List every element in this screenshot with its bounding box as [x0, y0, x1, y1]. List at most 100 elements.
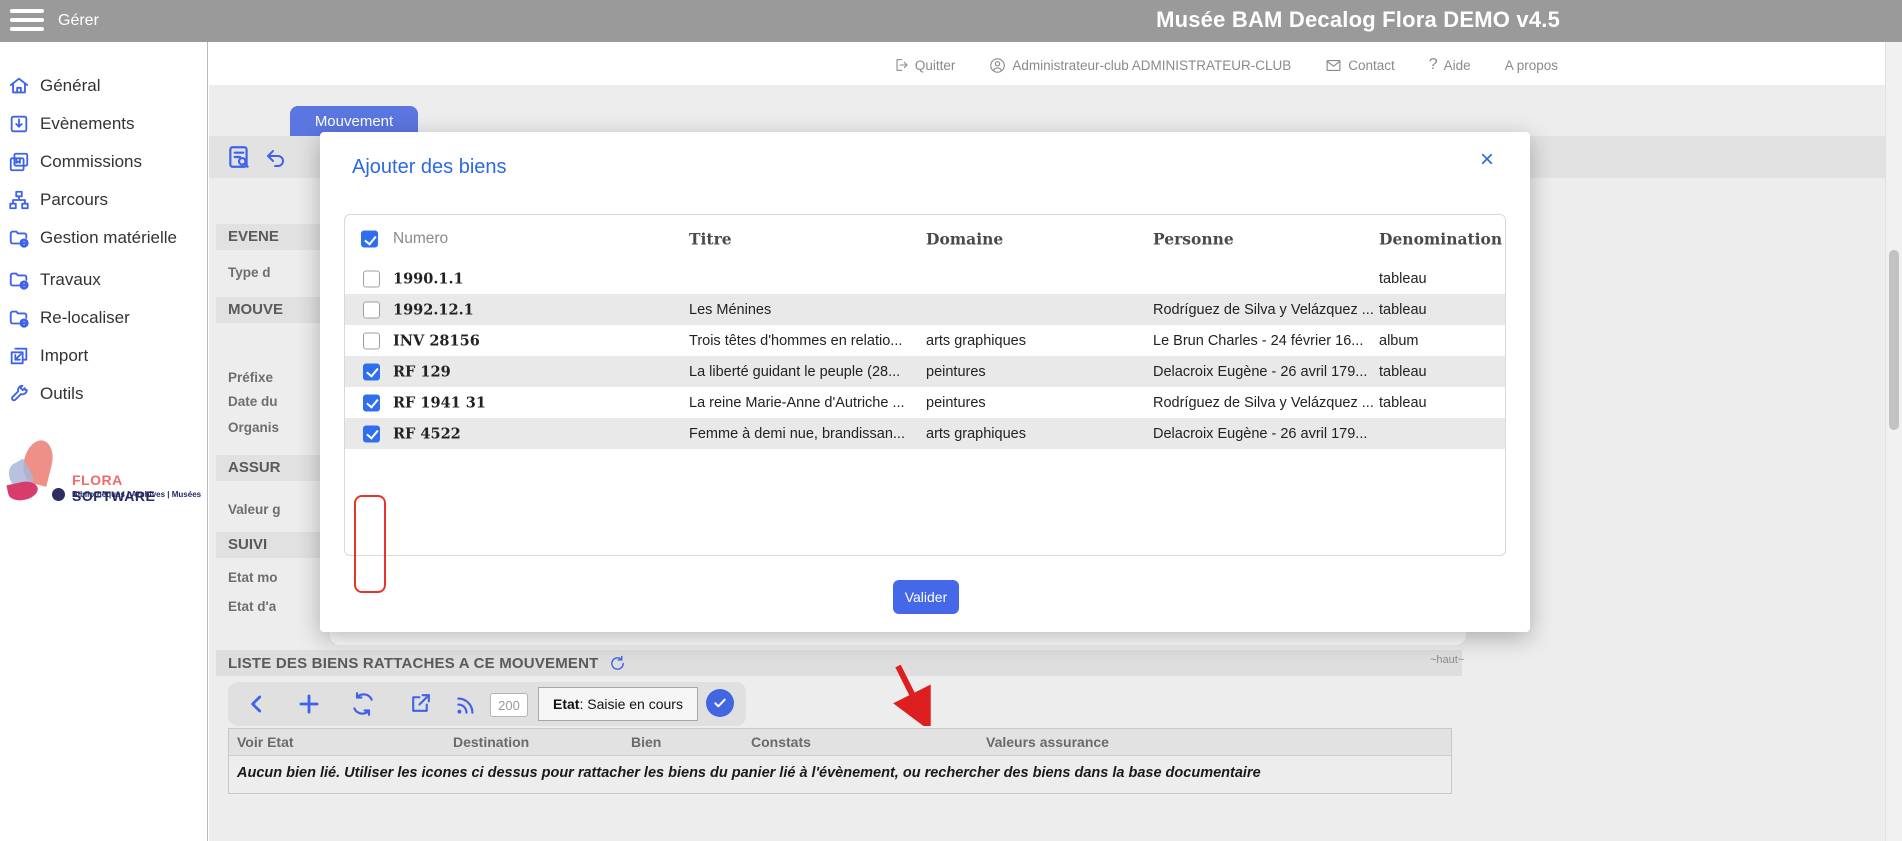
- sidebar-item-relocaliser[interactable]: Re-localiser: [8, 302, 130, 334]
- col-numero: Numero: [393, 230, 448, 248]
- sidebar-item-parcours[interactable]: Parcours: [8, 184, 108, 216]
- cell-numero: RF 129: [393, 363, 451, 380]
- row-checkbox[interactable]: [363, 301, 380, 318]
- flora-software-logo: FLORA SOFTWARE Bibliothèques | Archives …: [6, 440, 206, 530]
- table-row[interactable]: RF 129 La liberté guidant le peuple (28.…: [345, 356, 1505, 387]
- refresh-icon[interactable]: [609, 655, 626, 672]
- section-suivi: SUIVI: [228, 536, 267, 553]
- cell-personne: Delacroix Eugène - 26 avril 179...: [1153, 364, 1367, 380]
- cell-personne: Rodríguez de Silva y Velázquez ...: [1153, 302, 1374, 318]
- sidebar-item-evenements[interactable]: Evènements: [8, 108, 135, 140]
- sync-icon[interactable]: [350, 691, 376, 722]
- sidebar-item-outils[interactable]: Outils: [8, 378, 83, 410]
- sidebar-item-label: Evènements: [40, 114, 135, 134]
- count-input[interactable]: [490, 693, 528, 717]
- table-row[interactable]: 1990.1.1 tableau: [345, 263, 1505, 294]
- vertical-scrollbar[interactable]: [1885, 42, 1902, 841]
- cell-domaine: arts graphiques: [926, 426, 1026, 442]
- row-checkbox[interactable]: [363, 332, 380, 349]
- cell-denomination: tableau: [1379, 395, 1427, 411]
- sidebar-item-import[interactable]: Import: [8, 340, 88, 372]
- annotation-red-rectangle: [354, 495, 386, 593]
- aide-link[interactable]: ? Aide: [1429, 56, 1471, 74]
- cell-personne: Rodríguez de Silva y Velázquez ...: [1153, 395, 1374, 411]
- folder-globe-icon: [8, 227, 30, 249]
- contact-label: Contact: [1348, 58, 1395, 73]
- row-checkbox[interactable]: [363, 363, 380, 380]
- cell-numero: RF 4522: [393, 425, 461, 442]
- import-icon: [8, 345, 30, 367]
- aide-label: Aide: [1444, 58, 1471, 73]
- cell-personne: Le Brun Charles - 24 février 16...: [1153, 333, 1363, 349]
- add-bien-icon[interactable]: [296, 691, 322, 722]
- sidebar-item-general[interactable]: Général: [8, 70, 100, 102]
- table-row[interactable]: INV 28156 Trois têtes d'hommes en relati…: [345, 325, 1505, 356]
- annotation-red-arrow: [880, 662, 940, 731]
- empty-table-message: Aucun bien lié. Utiliser les icones ci d…: [229, 756, 1451, 793]
- valider-button[interactable]: Valider: [893, 580, 959, 614]
- sidebar-item-label: Re-localiser: [40, 308, 130, 328]
- list-search-icon[interactable]: [226, 144, 252, 175]
- biens-table-header: Voir Etat Destination Bien Constats Vale…: [229, 729, 1451, 756]
- haut-link[interactable]: ~haut~: [1430, 654, 1464, 666]
- cell-numero: INV 28156: [393, 332, 480, 349]
- etat-chip: Etat : Saisie en cours: [538, 687, 698, 721]
- folders-icon: [8, 151, 30, 173]
- col-denomination: Denomination: [1379, 230, 1502, 249]
- col-titre: Titre: [689, 230, 732, 249]
- app-section-label: Gérer: [58, 0, 99, 42]
- row-checkbox[interactable]: [363, 270, 380, 287]
- col-personne: Personne: [1153, 230, 1234, 249]
- table-row[interactable]: RF 4522 Femme à demi nue, brandissan... …: [345, 418, 1505, 449]
- scrollbar-thumb[interactable]: [1889, 250, 1899, 430]
- external-link-icon[interactable]: [408, 691, 433, 721]
- user-label: Administrateur-club ADMINISTRATEUR-CLUB: [1012, 58, 1291, 73]
- user-account[interactable]: Administrateur-club ADMINISTRATEUR-CLUB: [989, 57, 1291, 74]
- field-label: Type d: [228, 265, 271, 280]
- confirm-etat-button[interactable]: [706, 689, 734, 717]
- logo-subtitle: Bibliothèques | Archives | Musées: [72, 490, 201, 499]
- dialog-title: Ajouter des biens: [352, 156, 507, 179]
- home-icon: [8, 75, 30, 97]
- sidebar-item-travaux[interactable]: Travaux: [8, 264, 101, 296]
- quitter-label: Quitter: [915, 58, 956, 73]
- user-links-bar: Quitter Administrateur-club ADMINISTRATE…: [893, 56, 1558, 74]
- apropos-link[interactable]: A propos: [1505, 58, 1558, 73]
- cell-titre: Trois têtes d'hommes en relatio...: [689, 333, 902, 349]
- question-icon: ?: [1429, 56, 1438, 74]
- section-evenement: EVENE: [228, 228, 279, 245]
- select-all-checkbox[interactable]: [361, 231, 378, 248]
- cell-domaine: peintures: [926, 395, 986, 411]
- sidebar-item-label: Parcours: [40, 190, 108, 210]
- logo-dot: [52, 488, 65, 501]
- liste-biens-title: LISTE DES BIENS RATTACHES A CE MOUVEMENT: [228, 655, 599, 672]
- field-label: Etat d'a: [228, 599, 276, 614]
- table-row[interactable]: RF 1941 31 La reine Marie-Anne d'Autrich…: [345, 387, 1505, 418]
- sidebar-item-gestion-materielle[interactable]: Gestion matérielle: [8, 222, 177, 254]
- cell-titre: La liberté guidant le peuple (28...: [689, 364, 900, 380]
- liste-biens-header: LISTE DES BIENS RATTACHES A CE MOUVEMENT: [216, 650, 1462, 676]
- sidebar-item-label: Gestion matérielle: [40, 228, 177, 248]
- broadcast-icon[interactable]: [454, 691, 480, 722]
- sidebar-item-label: Commissions: [40, 152, 142, 172]
- biens-toolbar: Etat : Saisie en cours: [228, 682, 746, 726]
- chevron-left-icon[interactable]: [244, 691, 270, 722]
- row-checkbox[interactable]: [363, 425, 380, 442]
- folder-globe-icon: [8, 269, 30, 291]
- sidebar-item-label: Outils: [40, 384, 83, 404]
- logo-wordmark: FLORA SOFTWARE: [72, 472, 206, 504]
- table-row[interactable]: 1992.12.1 Les Ménines Rodríguez de Silva…: [345, 294, 1505, 325]
- sidebar-item-label: Import: [40, 346, 88, 366]
- sidebar-item-commissions[interactable]: Commissions: [8, 146, 142, 178]
- top-bar: Gérer Musée BAM Decalog Flora DEMO v4.5: [0, 0, 1902, 42]
- contact-link[interactable]: Contact: [1325, 57, 1395, 74]
- ajouter-des-biens-dialog: Ajouter des biens × Numero Titre Domaine…: [320, 132, 1530, 632]
- quitter-link[interactable]: Quitter: [893, 57, 956, 73]
- exit-icon: [893, 57, 909, 73]
- undo-arrow-icon[interactable]: [264, 146, 288, 175]
- close-icon[interactable]: ×: [1480, 148, 1494, 172]
- hamburger-menu-icon[interactable]: [10, 9, 46, 33]
- section-mouvement: MOUVE: [228, 301, 283, 318]
- cell-denomination: tableau: [1379, 302, 1427, 318]
- row-checkbox[interactable]: [363, 394, 380, 411]
